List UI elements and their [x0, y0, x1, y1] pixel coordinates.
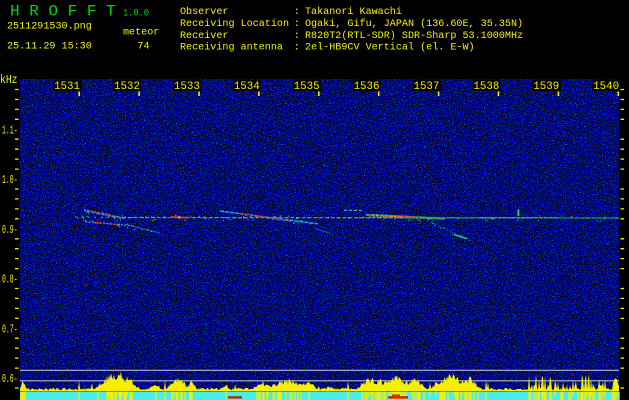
svg-text:0.9-: 0.9- [2, 224, 18, 237]
svg-text:1538: 1538 [473, 81, 499, 93]
svg-text:Receiver: Receiver [180, 30, 228, 42]
svg-text:R820T2(RTL-SDR) SDR-Sharp 53.1: R820T2(RTL-SDR) SDR-Sharp 53.1000MHz [305, 30, 523, 42]
svg-text:2el-HB9CV Vertical (el. E-W): 2el-HB9CV Vertical (el. E-W) [305, 42, 475, 54]
svg-text::: : [294, 31, 300, 42]
svg-text::: : [294, 19, 300, 30]
svg-text:1.1-: 1.1- [2, 124, 18, 137]
svg-text:1536: 1536 [354, 81, 380, 93]
svg-text:1540: 1540 [593, 81, 619, 93]
svg-text:kHz: kHz [0, 74, 18, 87]
svg-text:meteor: meteor [123, 27, 159, 38]
svg-text:0.7-: 0.7- [2, 323, 18, 336]
svg-text:Receiving antenna: Receiving antenna [180, 42, 283, 54]
svg-text:0.8-: 0.8- [2, 274, 18, 287]
svg-text:74: 74 [137, 41, 149, 52]
svg-text:1533: 1533 [174, 81, 200, 93]
svg-text:25.11.29 15:30: 25.11.29 15:30 [7, 41, 92, 52]
svg-text::: : [294, 43, 300, 54]
svg-text:1537: 1537 [413, 81, 439, 93]
svg-text:Observer: Observer [180, 6, 228, 18]
svg-text:0.6-: 0.6- [2, 373, 18, 386]
svg-text:Ogaki, Gifu, JAPAN (136.60E, 3: Ogaki, Gifu, JAPAN (136.60E, 35.35N) [305, 18, 523, 30]
svg-text:1535: 1535 [294, 81, 320, 93]
svg-text:1531: 1531 [54, 81, 80, 93]
svg-text:1532: 1532 [114, 81, 140, 93]
svg-text:1539: 1539 [533, 81, 559, 93]
svg-text:Receiving Location: Receiving Location [180, 18, 289, 30]
svg-text:2511291530.png: 2511291530.png [7, 21, 92, 32]
svg-text:1534: 1534 [234, 81, 260, 93]
svg-text::: : [294, 7, 300, 18]
svg-text:1.0-: 1.0- [2, 174, 18, 187]
svg-text:Takanori Kawachi: Takanori Kawachi [305, 6, 402, 18]
svg-text:H R O F F T: H R O F F T [10, 3, 116, 21]
svg-text:1.0.0: 1.0.0 [123, 9, 149, 20]
